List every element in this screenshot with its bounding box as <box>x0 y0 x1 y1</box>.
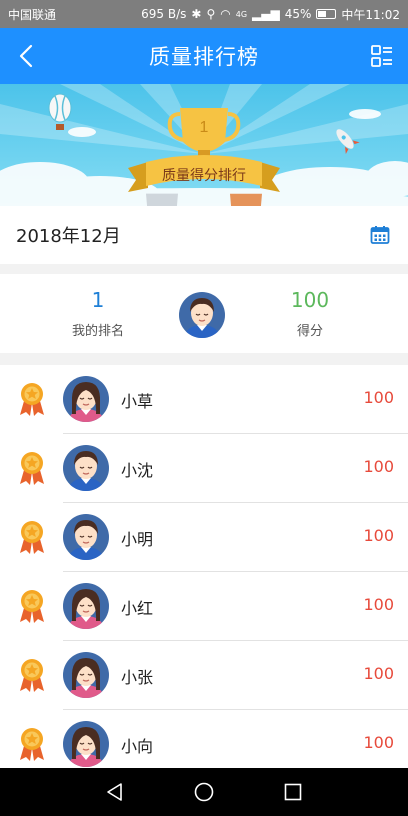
ranking-row[interactable]: 小红 100 <box>0 572 408 641</box>
ranking-list: 小草 100 小沈 100 小明 100 小红 100 小张 100 小向 100 <box>0 365 408 768</box>
my-score-column: 100 得分 <box>250 274 370 339</box>
app-bar: 质量排行榜 <box>0 28 408 84</box>
user-name: 小张 <box>121 668 154 687</box>
user-name: 小草 <box>121 392 154 411</box>
user-name: 小明 <box>121 530 154 549</box>
user-avatar <box>63 583 109 629</box>
clock: 中午11:02 <box>341 7 400 22</box>
medal-icon <box>18 381 46 417</box>
ranking-banner: 2 3 1 质量得分排行 <box>0 84 408 206</box>
selected-month: 2018年12月 <box>16 226 121 247</box>
medal-icon <box>18 450 46 486</box>
bluetooth-icon: ✱ <box>191 7 202 21</box>
user-score: 100 <box>363 526 394 545</box>
nav-home-icon <box>194 782 214 802</box>
carrier-label: 中国联通 <box>8 7 57 22</box>
trophy-bronze-icon: 3 <box>230 193 262 206</box>
network-speed: 695 B/s <box>141 7 187 21</box>
my-rank-label: 我的排名 <box>71 324 124 339</box>
nav-back-button[interactable] <box>100 777 130 807</box>
banner-illustration: 2 3 1 质量得分排行 <box>0 84 408 206</box>
nav-recents-icon <box>285 783 302 801</box>
user-score: 100 <box>363 595 394 614</box>
my-score-number: 100 <box>290 288 330 312</box>
list-grid-icon <box>371 45 392 67</box>
status-bar: 中国联通 695 B/s ✱ ⚲ ◠ 4G ▂▄▆ 45% 中午11:02 <box>0 0 408 28</box>
signal-icon: ▂▄▆ <box>252 7 280 21</box>
my-rank-number: 1 <box>91 288 105 312</box>
back-button[interactable] <box>10 40 42 72</box>
ranking-row[interactable]: 小沈 100 <box>0 434 408 503</box>
calendar-icon <box>370 226 390 244</box>
calendar-button[interactable] <box>368 223 392 247</box>
battery-percent: 45% <box>284 7 312 21</box>
nav-back-icon <box>106 783 122 801</box>
my-rank-card: 1 我的排名 100 得分 <box>0 274 408 353</box>
ranking-row[interactable]: 小草 100 <box>0 365 408 434</box>
chevron-left-icon <box>19 44 33 68</box>
my-score-label: 得分 <box>296 324 323 339</box>
medal-icon <box>18 588 46 624</box>
trophy-silver-icon: 2 <box>146 193 178 206</box>
my-rank-column: 1 我的排名 <box>38 274 158 339</box>
status-indicators: 695 B/s ✱ ⚲ ◠ 4G ▂▄▆ 45% 中午11:02 <box>141 6 400 23</box>
ranking-row[interactable]: 小明 100 <box>0 503 408 572</box>
trophy-rank-1: 1 <box>200 119 209 136</box>
user-avatar <box>63 652 109 698</box>
page-title: 质量排行榜 <box>149 45 259 69</box>
user-avatar <box>63 445 109 491</box>
user-avatar <box>63 721 109 767</box>
medal-icon <box>18 657 46 693</box>
my-avatar <box>179 292 225 338</box>
ribbon-text: 质量得分排行 <box>162 167 246 184</box>
date-selector[interactable]: 2018年12月 <box>0 206 408 264</box>
user-avatar <box>63 514 109 560</box>
medal-icon <box>18 726 46 762</box>
ranking-row[interactable]: 小张 100 <box>0 641 408 710</box>
user-score: 100 <box>363 733 394 752</box>
nav-home-button[interactable] <box>189 777 219 807</box>
user-name: 小红 <box>121 599 154 618</box>
user-score: 100 <box>363 457 394 476</box>
location-icon: ⚲ <box>206 7 216 21</box>
user-score: 100 <box>363 388 394 407</box>
user-avatar <box>63 376 109 422</box>
network-type: 4G <box>235 9 248 19</box>
user-name: 小向 <box>121 737 154 756</box>
ranking-row[interactable]: 小向 100 <box>0 710 408 768</box>
user-name: 小沈 <box>121 461 154 480</box>
wifi-icon: ◠ <box>220 7 231 21</box>
medal-icon <box>18 519 46 555</box>
nav-recents-button[interactable] <box>278 777 308 807</box>
system-nav-bar <box>0 768 408 816</box>
list-menu-button[interactable] <box>366 40 398 72</box>
battery-icon <box>316 9 337 19</box>
user-score: 100 <box>363 664 394 683</box>
